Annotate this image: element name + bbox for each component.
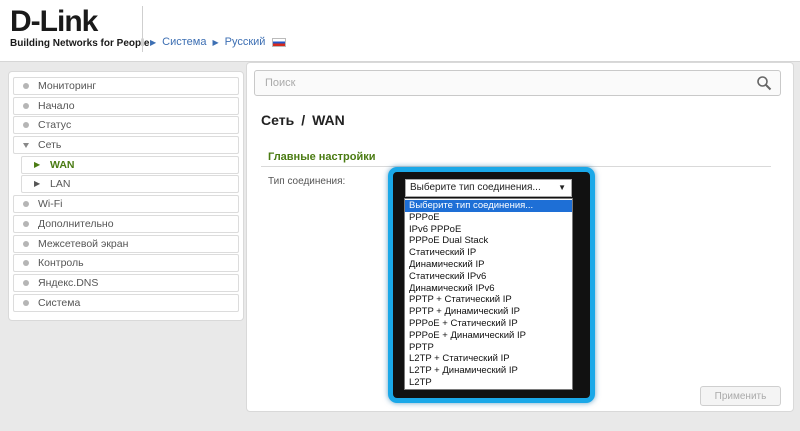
select-value: Выберите тип соединения... bbox=[410, 182, 541, 193]
bullet-icon bbox=[23, 260, 29, 267]
connection-option[interactable]: PPTP bbox=[405, 342, 572, 354]
connection-type-select[interactable]: Выберите тип соединения... ▼ bbox=[405, 179, 572, 197]
title-wan: WAN bbox=[312, 112, 345, 128]
sidebar-item-label: Сеть bbox=[38, 139, 62, 152]
section-title: Главные настройки bbox=[268, 151, 376, 163]
nav-system-link[interactable]: Система bbox=[162, 36, 206, 48]
connection-option[interactable]: Динамический IPv6 bbox=[405, 283, 572, 295]
sidebar-item-firewall[interactable]: Межсетевой экран bbox=[13, 234, 239, 253]
sidebar-item-status[interactable]: Статус bbox=[13, 116, 239, 135]
connection-type-options: Выберите тип соединения... PPPoE IPv6 PPPo… bbox=[404, 198, 573, 390]
sidebar-item-yandex-dns[interactable]: Яндекс.DNS bbox=[13, 273, 239, 292]
sidebar-item-advanced[interactable]: Дополнительно bbox=[13, 214, 239, 233]
connection-option[interactable]: IPv6 PPPoE bbox=[405, 224, 572, 236]
connection-option[interactable]: PPTP + Статический IP bbox=[405, 294, 572, 306]
chevron-right-icon: ▶ bbox=[150, 37, 157, 47]
sidebar-item-label: Начало bbox=[38, 99, 75, 112]
sidebar-item-lan[interactable]: ▶ LAN bbox=[21, 175, 239, 194]
bullet-icon bbox=[23, 279, 29, 286]
top-nav: ▶ Система ▶ Русский bbox=[150, 36, 287, 48]
connection-option[interactable]: L2TP bbox=[405, 377, 572, 389]
sidebar-item-label: Контроль bbox=[38, 257, 84, 270]
sidebar-item-start[interactable]: Начало bbox=[13, 96, 239, 115]
russia-flag-icon[interactable] bbox=[272, 37, 287, 47]
connection-option[interactable]: PPPoE + Динамический IP bbox=[405, 330, 572, 342]
chevron-right-icon: ▶ bbox=[34, 179, 41, 189]
sidebar-item-wifi[interactable]: Wi-Fi bbox=[13, 195, 239, 214]
sidebar-item-wan[interactable]: ▶ WAN bbox=[21, 155, 239, 174]
connection-option[interactable]: Статический IP bbox=[405, 247, 572, 259]
d-link-logo[interactable]: D-Link Building Networks for People bbox=[10, 5, 150, 51]
bullet-icon bbox=[23, 220, 29, 227]
chevron-right-icon: ▶ bbox=[212, 37, 219, 47]
sidebar-item-label: Статус bbox=[38, 119, 72, 132]
connection-option[interactable]: Статический IPv6 bbox=[405, 271, 572, 283]
connection-option[interactable]: Динамический IP bbox=[405, 259, 572, 271]
title-network: Сеть bbox=[261, 112, 295, 128]
sidebar-item-label: Яндекс.DNS bbox=[38, 276, 99, 289]
connection-option[interactable]: PPPoE Dual Stack bbox=[405, 235, 572, 247]
sidebar-item-system[interactable]: Система bbox=[13, 293, 239, 312]
section-header: Главные настройки bbox=[261, 151, 771, 167]
triangle-down-icon bbox=[23, 143, 29, 149]
page-title: Сеть / WAN bbox=[261, 112, 345, 128]
connection-option[interactable]: PPPoE bbox=[405, 212, 572, 224]
connection-option[interactable]: L2TP + Статический IP bbox=[405, 353, 572, 365]
sidebar-menu: Мониторинг Начало Статус Сеть ▶ WAN ▶ LA… bbox=[8, 71, 244, 321]
nav-language-link[interactable]: Русский bbox=[225, 36, 266, 48]
sidebar-item-label: LAN bbox=[50, 178, 71, 191]
connection-option[interactable]: PPPoE + Статический IP bbox=[405, 318, 572, 330]
sidebar-item-label: Дополнительно bbox=[38, 217, 114, 230]
connection-option[interactable]: PPTP + Динамический IP bbox=[405, 306, 572, 318]
bullet-icon bbox=[23, 299, 29, 306]
sidebar-item-label: Мониторинг bbox=[38, 80, 97, 92]
logo-text: D-Link bbox=[10, 5, 98, 38]
sidebar-item-network[interactable]: Сеть bbox=[13, 136, 239, 155]
bullet-icon bbox=[23, 122, 29, 129]
connection-option[interactable]: L2TP + Динамический IP bbox=[405, 365, 572, 377]
title-separator: / bbox=[301, 112, 306, 128]
connection-type-label: Тип соединения: bbox=[268, 176, 346, 187]
caret-down-icon: ▼ bbox=[558, 183, 566, 192]
header-divider bbox=[142, 6, 143, 52]
header: D-Link Building Networks for People ▶ Си… bbox=[0, 0, 800, 62]
sidebar-item-control[interactable]: Контроль bbox=[13, 254, 239, 273]
chevron-right-icon: ▶ bbox=[34, 159, 41, 169]
bullet-icon bbox=[23, 201, 29, 208]
connection-option[interactable]: Выберите тип соединения... bbox=[405, 200, 572, 212]
search-box bbox=[254, 70, 781, 96]
sidebar-item-label: Система bbox=[38, 296, 81, 309]
sidebar-item-label: Wi-Fi bbox=[38, 198, 63, 211]
bullet-icon bbox=[23, 83, 29, 89]
logo-tagline: Building Networks for People bbox=[10, 38, 150, 49]
sidebar-item-label: WAN bbox=[50, 158, 75, 171]
search-input[interactable] bbox=[255, 71, 735, 95]
bullet-icon bbox=[23, 240, 29, 247]
apply-button[interactable]: Применить bbox=[700, 386, 781, 406]
bullet-icon bbox=[23, 102, 29, 109]
sidebar-item-label: Межсетевой экран bbox=[38, 237, 129, 250]
search-icon[interactable] bbox=[756, 75, 772, 91]
dropdown-highlight-frame: Выберите тип соединения... ▼ Выберите ти… bbox=[388, 167, 595, 403]
sidebar-item-monitoring[interactable]: Мониторинг bbox=[13, 77, 239, 95]
